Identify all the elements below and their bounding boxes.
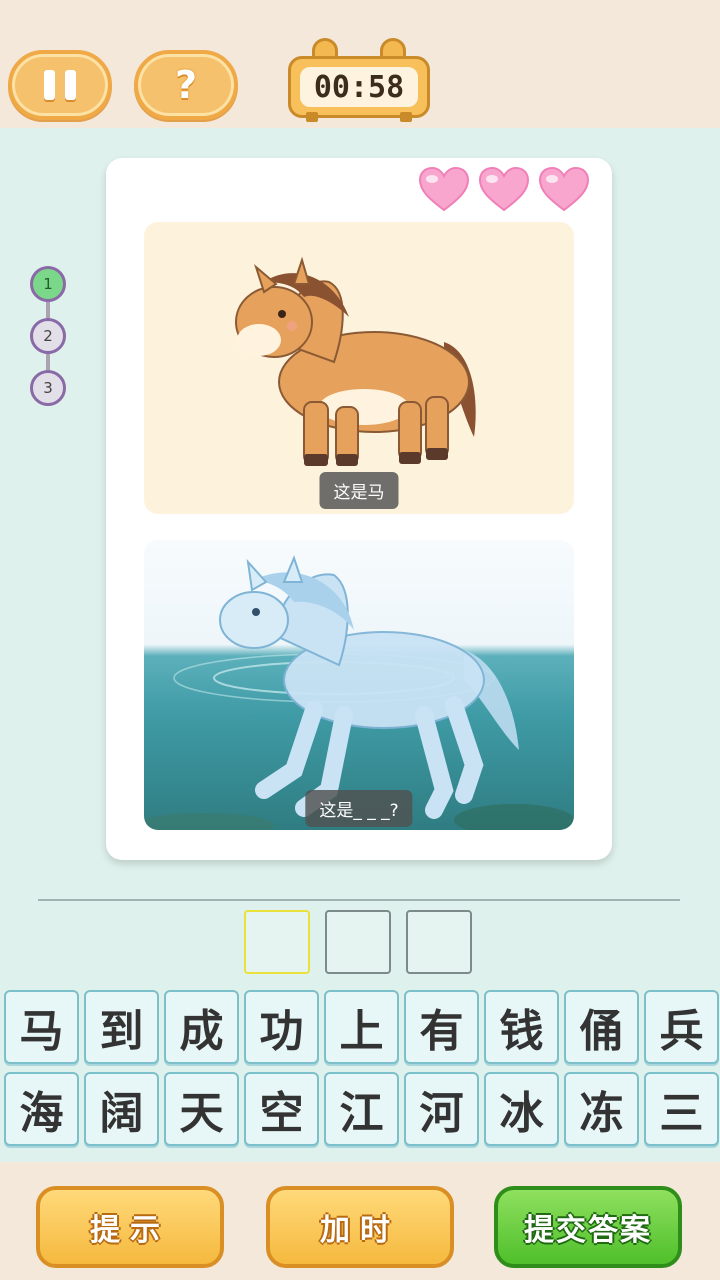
letter-tile[interactable]: 冰: [484, 1072, 559, 1146]
letter-tile[interactable]: 天: [164, 1072, 239, 1146]
image2-caption: 这是_ _ _?: [305, 790, 413, 827]
add-time-button[interactable]: 加时: [266, 1186, 454, 1268]
letter-tile[interactable]: 冻: [564, 1072, 639, 1146]
progress-step-3: 3: [30, 370, 66, 406]
ice-horse-illustration: [144, 555, 574, 830]
letter-tile[interactable]: 到: [84, 990, 159, 1064]
pause-button[interactable]: [8, 50, 112, 120]
submit-answer-button[interactable]: 提交答案: [494, 1186, 682, 1268]
heart-icon: [478, 166, 530, 212]
lives-indicator: [418, 166, 590, 212]
help-button[interactable]: ?: [134, 50, 238, 120]
letter-tile[interactable]: 钱: [484, 990, 559, 1064]
answer-slot-3[interactable]: [406, 910, 472, 974]
hint-button[interactable]: 提示: [36, 1186, 224, 1268]
heart-icon: [538, 166, 590, 212]
clock-foot-right: [400, 112, 412, 122]
letter-tile[interactable]: 有: [404, 990, 479, 1064]
timer: 00:58: [288, 56, 430, 118]
letter-tile[interactable]: 海: [4, 1072, 79, 1146]
letter-tile[interactable]: 空: [244, 1072, 319, 1146]
answer-slot-2[interactable]: [325, 910, 391, 974]
answer-slot-1[interactable]: [244, 910, 310, 974]
letter-grid: 马 到 成 功 上 有 钱 俑 兵 海 阔 天 空 江 河 冰 冻 三: [4, 990, 719, 1146]
letter-tile[interactable]: 上: [324, 990, 399, 1064]
question-icon: ?: [174, 63, 198, 107]
letter-tile[interactable]: 马: [4, 990, 79, 1064]
letter-tile[interactable]: 功: [244, 990, 319, 1064]
image1-caption: 这是马: [319, 472, 399, 509]
divider: [38, 899, 680, 901]
letter-tile[interactable]: 兵: [644, 990, 719, 1064]
timer-text: 00:58: [300, 67, 418, 107]
horse-image: 这是马: [144, 222, 574, 514]
question-card: 这是马 这是_ _ _?: [106, 158, 612, 860]
letter-tile[interactable]: 三: [644, 1072, 719, 1146]
progress-step-1: 1: [30, 266, 66, 302]
horse-illustration: [235, 256, 476, 466]
pause-icon: [44, 70, 76, 100]
letter-tile[interactable]: 俑: [564, 990, 639, 1064]
heart-icon: [418, 166, 470, 212]
letter-tile[interactable]: 阔: [84, 1072, 159, 1146]
progress-step-2: 2: [30, 318, 66, 354]
letter-tile[interactable]: 成: [164, 990, 239, 1064]
clock-foot-left: [306, 112, 318, 122]
letter-tile[interactable]: 河: [404, 1072, 479, 1146]
ice-horse-image: 这是_ _ _?: [144, 540, 574, 830]
letter-tile[interactable]: 江: [324, 1072, 399, 1146]
